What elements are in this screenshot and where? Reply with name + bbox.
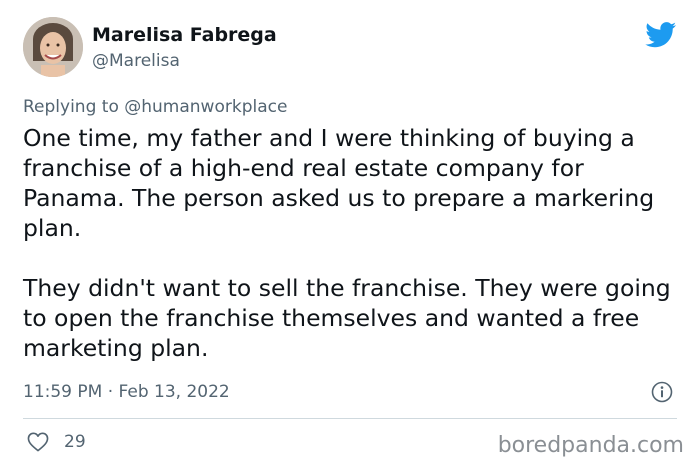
- avatar[interactable]: [23, 17, 83, 77]
- avatar-photo: [23, 17, 83, 77]
- tweet-paragraph: One time, my father and I were thinking …: [23, 124, 655, 242]
- twitter-bird-icon[interactable]: [645, 22, 677, 48]
- watermark-boredpanda: boredpanda.com: [497, 433, 684, 458]
- tweet-timestamp[interactable]: 11:59 PM · Feb 13, 2022: [23, 381, 230, 403]
- divider: [23, 418, 677, 419]
- tweet-text: One time, my father and I were thinking …: [23, 123, 683, 363]
- heart-icon[interactable]: [27, 432, 49, 452]
- replying-to-line: Replying to @humanworkplace: [23, 96, 287, 118]
- info-icon[interactable]: [651, 381, 673, 403]
- replying-prefix: Replying to: [23, 97, 119, 117]
- tweet-paragraph: They didn't want to sell the franchise. …: [23, 274, 671, 362]
- author-handle[interactable]: @Marelisa: [92, 51, 180, 71]
- like-count: 29: [64, 432, 86, 452]
- replying-to-mention[interactable]: @humanworkplace: [124, 97, 287, 117]
- author-display-name[interactable]: Marelisa Fabrega: [92, 24, 277, 46]
